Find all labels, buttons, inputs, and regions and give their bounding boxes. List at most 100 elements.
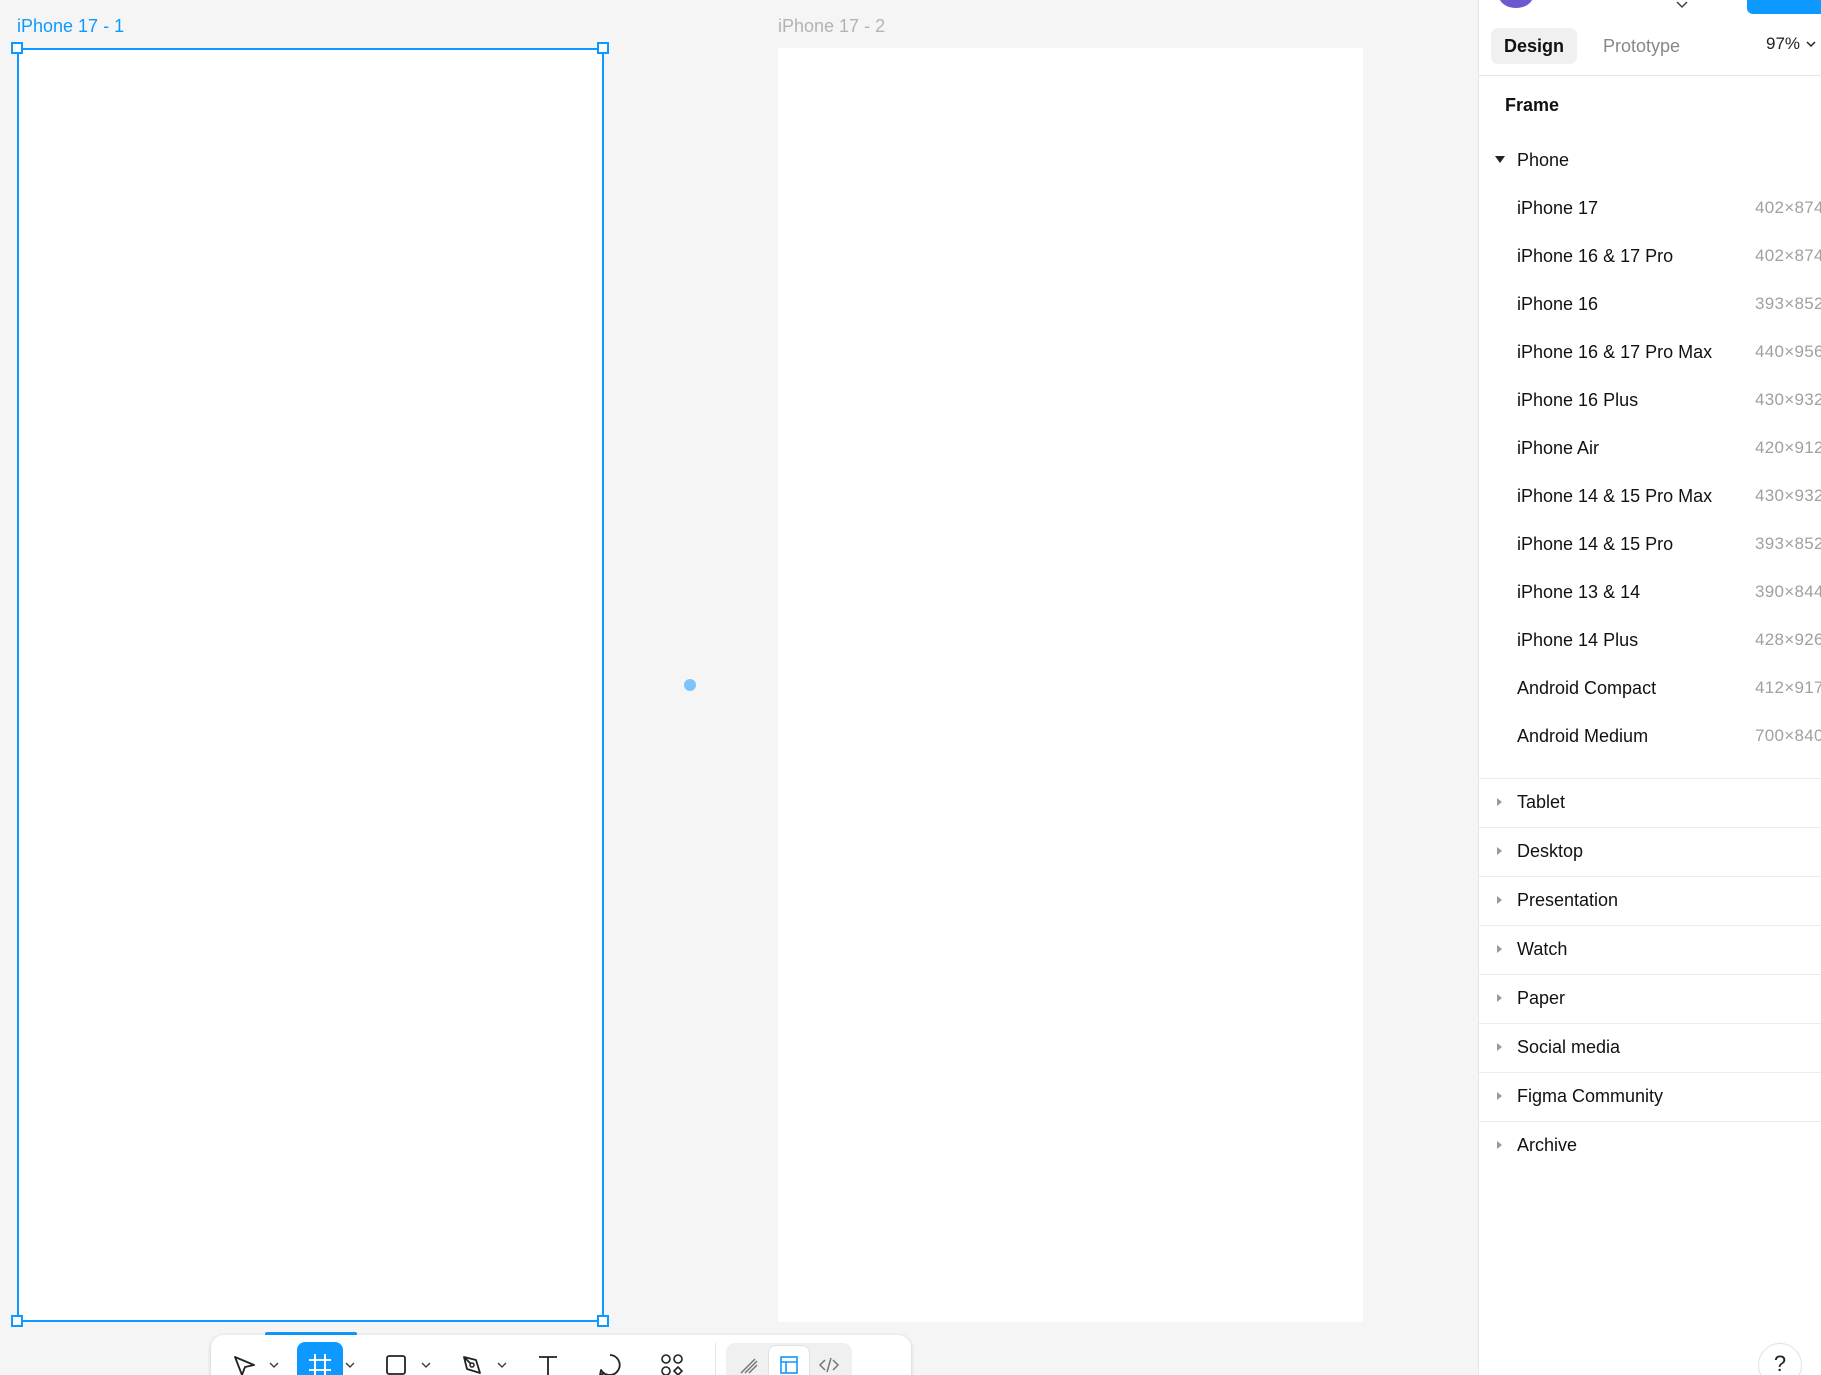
resize-handle-bottom-left[interactable] [11,1315,23,1327]
properties-panel: Design Prototype 97% Frame Phone iPhone … [1478,0,1821,1375]
mode-switcher [726,1343,852,1375]
device-preset-size: 393×852 [1755,534,1821,553]
resize-handle-top-left[interactable] [11,42,23,54]
device-preset-item[interactable]: iPhone 16 & 17 Pro 402×874 [1479,232,1821,280]
frame-tool-icon[interactable] [297,1342,343,1375]
triangle-right-icon [1497,945,1502,953]
device-preset-size: 402×874 [1755,198,1821,217]
device-preset-size: 412×917 [1755,678,1821,697]
resize-handle-bottom-right[interactable] [597,1315,609,1327]
actions-icon[interactable] [649,1342,695,1375]
preset-category-item[interactable]: Paper [1479,974,1821,1023]
device-preset-size: 428×926 [1755,630,1821,649]
preset-category-label: Presentation [1517,890,1619,910]
frame-iphone-17-1-selected[interactable] [17,48,604,1322]
device-preset-size: 393×852 [1755,294,1821,313]
triangle-right-icon [1497,1043,1502,1051]
zoom-dropdown[interactable]: 97% [1766,34,1816,54]
device-preset-size: 700×840 [1755,726,1821,745]
device-preset-name: iPhone 16 & 17 Pro [1517,245,1674,266]
device-preset-name: iPhone 14 & 15 Pro [1517,533,1674,554]
panel-tabs: Design Prototype 97% [1479,0,1821,76]
device-preset-size: 420×912 [1755,438,1821,457]
preset-category-item[interactable]: Figma Community [1479,1072,1821,1121]
device-preset-item[interactable]: Android Medium 700×840 [1479,712,1821,760]
device-preset-item[interactable]: iPhone 17 402×874 [1479,184,1821,232]
zoom-level: 97% [1766,34,1801,53]
preset-category-item[interactable]: Presentation [1479,876,1821,925]
preset-category-item[interactable]: Watch [1479,925,1821,974]
device-preset-item[interactable]: iPhone 16 393×852 [1479,280,1821,328]
preset-category-item[interactable]: Social media [1479,1023,1821,1072]
resize-handle-top-right[interactable] [597,42,609,54]
frame-iphone-17-2[interactable] [778,48,1363,1322]
toolbar-divider [715,1343,716,1375]
rectangle-tool[interactable] [373,1342,433,1375]
chevron-down-icon[interactable] [267,1361,281,1369]
device-preset-name: iPhone 14 & 15 Pro Max [1517,485,1713,506]
frame-label-iphone-17-2[interactable]: iPhone 17 - 2 [778,16,885,37]
device-preset-name: iPhone 16 Plus [1517,389,1639,410]
pen-tool[interactable] [449,1342,509,1375]
device-preset-item[interactable]: iPhone Air 420×912 [1479,424,1821,472]
device-preset-name: Android Medium [1517,725,1649,746]
canvas[interactable]: iPhone 17 - 1 iPhone 17 - 2 [0,0,1478,1375]
preset-category-label: Watch [1517,939,1568,959]
draw-mode-icon[interactable] [729,1346,769,1375]
dev-mode-icon[interactable] [809,1346,849,1375]
device-preset-name: iPhone 17 [1517,197,1599,218]
preset-category-item[interactable]: Archive [1479,1121,1821,1170]
triangle-right-icon [1497,847,1502,855]
pen-tool-icon[interactable] [449,1342,495,1375]
frame-label-iphone-17-1[interactable]: iPhone 17 - 1 [17,16,124,37]
preset-category-label: Paper [1517,988,1566,1008]
preset-category-label: Desktop [1517,841,1584,861]
triangle-right-icon [1497,1141,1502,1149]
tab-prototype[interactable]: Prototype [1590,28,1693,64]
device-preset-item[interactable]: iPhone 16 & 17 Pro Max 440×956 [1479,328,1821,376]
device-preset-name: iPhone 13 & 14 [1517,581,1641,602]
preset-category-label: Tablet [1517,792,1566,812]
actions-tool[interactable] [649,1342,695,1375]
device-preset-name: iPhone 16 [1517,293,1599,314]
triangle-right-icon [1497,896,1502,904]
chevron-down-icon [1806,41,1816,48]
cursor-dot [684,679,696,691]
group-header-phone[interactable]: Phone [1479,146,1821,174]
rectangle-tool-icon[interactable] [373,1342,419,1375]
chevron-down-icon[interactable] [419,1361,433,1369]
device-preset-name: iPhone 14 Plus [1517,629,1639,650]
device-preset-name: iPhone Air [1517,437,1600,458]
bottom-toolbar [211,1335,911,1375]
device-preset-size: 402×874 [1755,246,1821,265]
triangle-right-icon [1497,1092,1502,1100]
move-tool[interactable] [221,1342,281,1375]
device-preset-item[interactable]: Android Compact 412×917 [1479,664,1821,712]
help-button[interactable]: ? [1758,1343,1802,1375]
tab-design[interactable]: Design [1491,28,1578,64]
preset-category-label: Archive [1517,1135,1578,1155]
device-preset-size: 430×932 [1755,390,1821,409]
text-tool-icon[interactable] [525,1342,571,1375]
move-tool-icon[interactable] [221,1342,267,1375]
triangle-right-icon [1497,994,1502,1002]
device-preset-name: iPhone 16 & 17 Pro Max [1517,341,1713,362]
chevron-down-icon[interactable] [343,1361,357,1369]
preset-category-item[interactable]: Desktop [1479,827,1821,876]
device-preset-item[interactable]: iPhone 14 & 15 Pro 393×852 [1479,520,1821,568]
design-mode-icon[interactable] [769,1346,809,1375]
preset-category-label: Social media [1517,1037,1621,1057]
comment-tool[interactable] [587,1342,633,1375]
triangle-down-icon [1495,156,1505,163]
device-preset-size: 440×956 [1755,342,1821,361]
chevron-down-icon[interactable] [495,1361,509,1369]
preset-category-item[interactable]: Tablet [1479,778,1821,827]
frame-tool[interactable] [297,1342,357,1375]
device-preset-item[interactable]: iPhone 13 & 14 390×844 [1479,568,1821,616]
device-preset-item[interactable]: iPhone 16 Plus 430×932 [1479,376,1821,424]
comment-tool-icon[interactable] [587,1342,633,1375]
device-preset-item[interactable]: iPhone 14 Plus 428×926 [1479,616,1821,664]
device-preset-item[interactable]: iPhone 14 & 15 Pro Max 430×932 [1479,472,1821,520]
figma-app: iPhone 17 - 1 iPhone 17 - 2 Design Proto… [0,0,1821,1375]
text-tool[interactable] [525,1342,571,1375]
